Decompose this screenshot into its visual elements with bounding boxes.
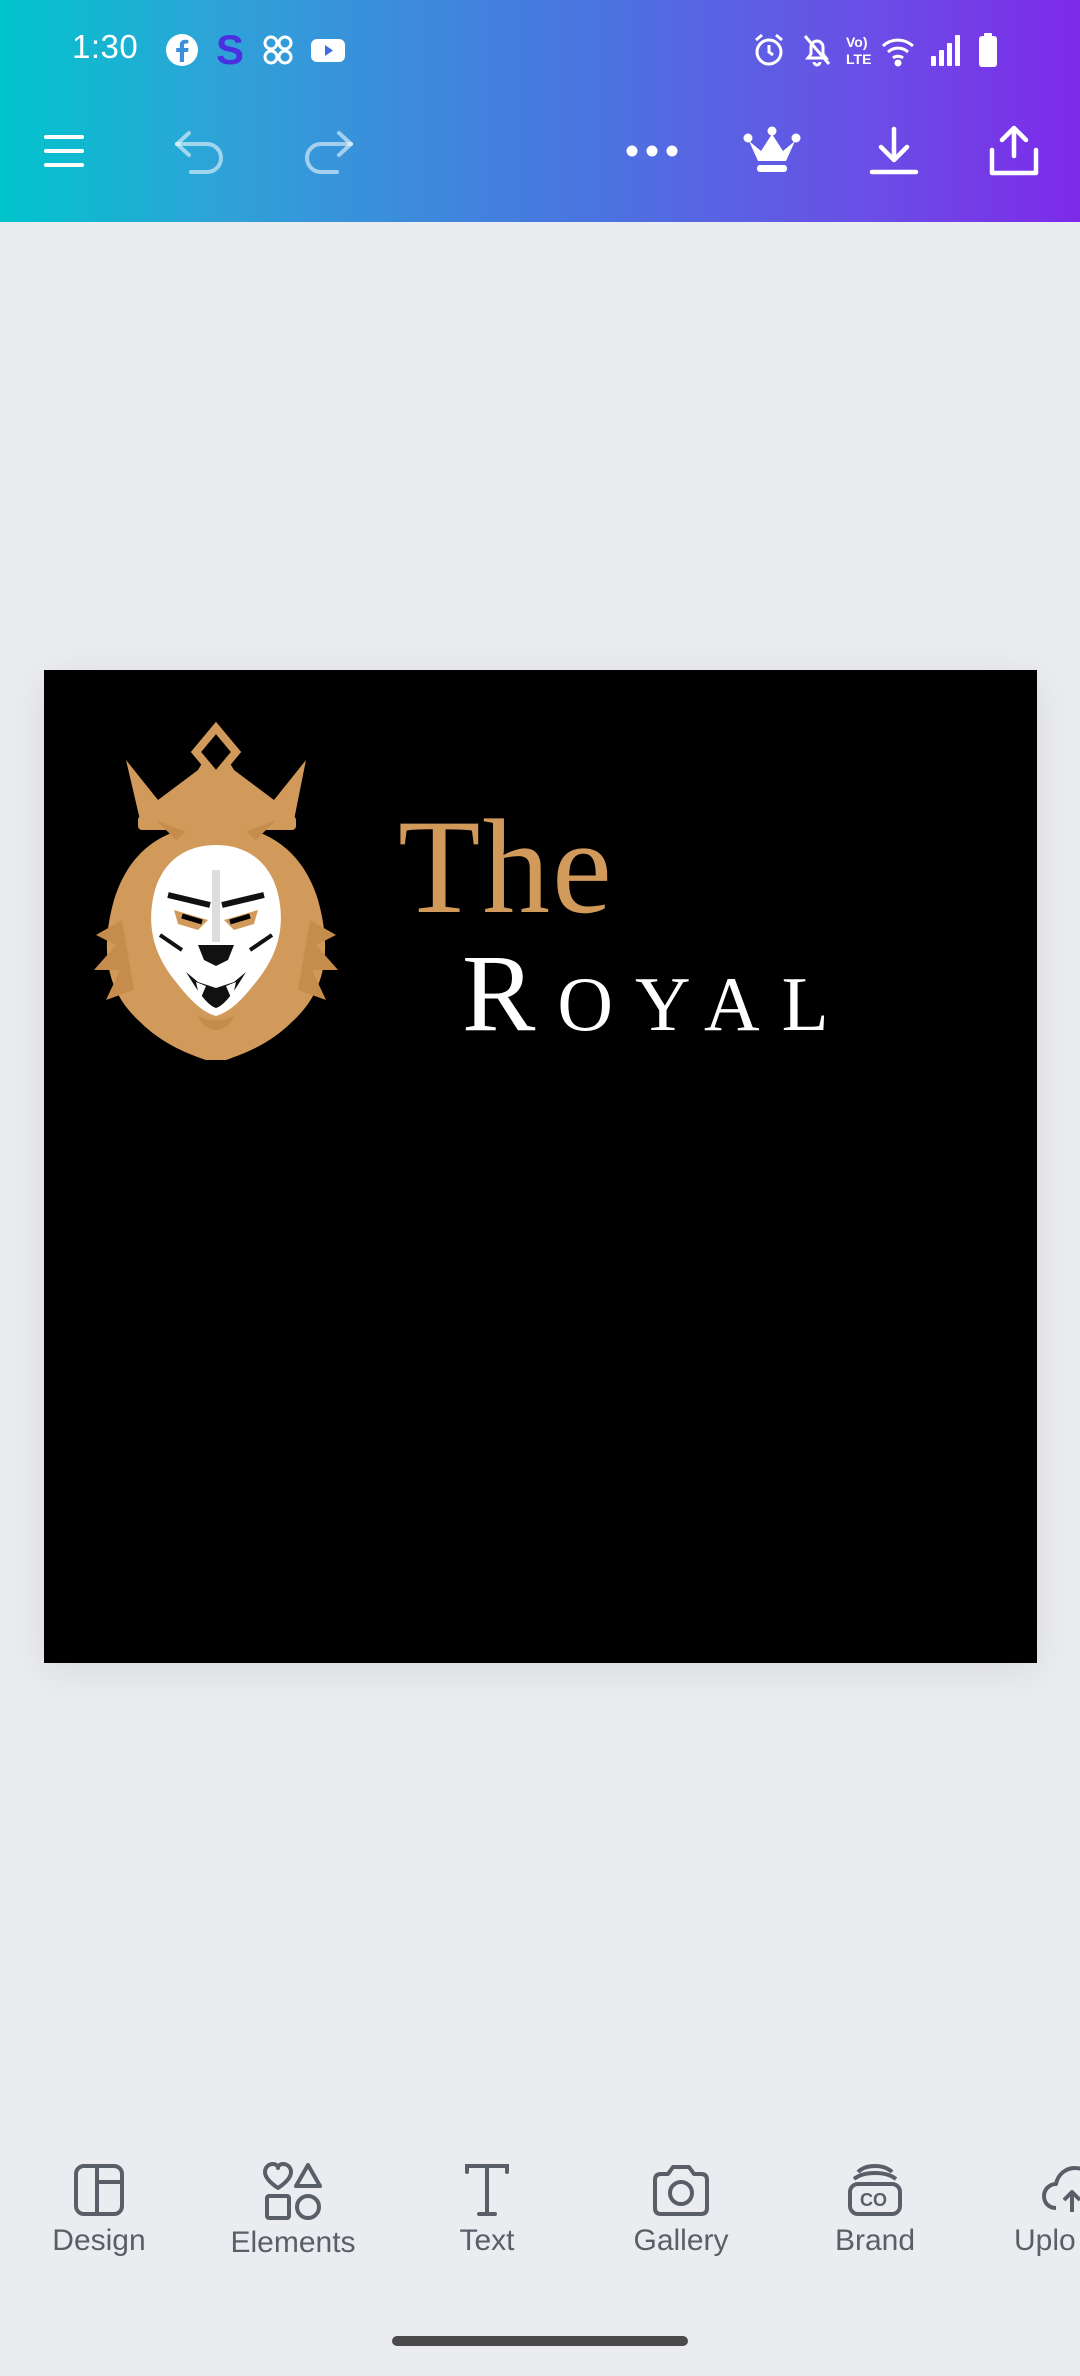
nav-design-label: Design (52, 2224, 146, 2257)
download-icon (869, 126, 919, 175)
more-button[interactable] (616, 115, 688, 187)
svg-text:Vo): Vo) (846, 34, 868, 50)
svg-text:LTE: LTE (846, 51, 871, 67)
elements-icon (263, 2162, 322, 2220)
undo-button[interactable] (164, 115, 236, 187)
nav-uploads-label: Uplo (1014, 2224, 1076, 2257)
top-header: 1:30 S Vo) LTE (0, 0, 1080, 222)
nav-design[interactable]: Design (14, 2162, 184, 2282)
more-icon (626, 145, 678, 157)
nav-elements-label: Elements (230, 2226, 356, 2259)
upload-icon (1042, 2166, 1080, 2212)
status-time: 1:30 (72, 28, 139, 65)
volte-icon: Vo) LTE (844, 32, 878, 68)
undo-icon (175, 131, 223, 174)
nav-gallery[interactable]: Gallery (596, 2162, 766, 2282)
nav-brand-label: Brand (834, 2224, 916, 2257)
download-button[interactable] (858, 115, 930, 187)
design-title-the[interactable]: The (398, 800, 614, 935)
nav-elements[interactable]: Elements (208, 2162, 378, 2282)
share-button[interactable] (978, 115, 1050, 187)
menu-button[interactable] (28, 115, 100, 187)
share-icon (989, 125, 1039, 176)
youtube-icon (310, 32, 346, 68)
battery-icon (976, 32, 1000, 68)
nav-gallery-label: Gallery (633, 2224, 729, 2257)
nav-brand[interactable]: CO Brand (790, 2162, 960, 2282)
design-page[interactable]: The Royal (44, 670, 1037, 1663)
design-icon (74, 2164, 124, 2216)
svg-text:CO: CO (860, 2190, 887, 2210)
design-title-royal[interactable]: Royal (462, 938, 851, 1048)
crown-icon (743, 126, 801, 172)
premium-button[interactable] (736, 115, 808, 187)
lion-crown-logo[interactable] (86, 720, 366, 1060)
brand-icon: CO (848, 2164, 902, 2216)
nav-text[interactable]: Text (402, 2162, 572, 2282)
pinwheel-icon (260, 32, 296, 68)
nav-text-label: Text (459, 2224, 515, 2257)
signal-icon (928, 32, 964, 68)
redo-icon (305, 131, 353, 174)
wifi-icon (880, 32, 916, 68)
mute-icon (800, 32, 834, 68)
svg-text:S: S (216, 26, 244, 70)
redo-button[interactable] (292, 115, 364, 187)
menu-icon (44, 135, 84, 167)
status-bar: 1:30 S Vo) LTE (0, 0, 1080, 100)
facebook-icon (164, 32, 200, 68)
alarm-icon (752, 32, 786, 68)
text-icon (465, 2164, 509, 2216)
s-app-icon: S (212, 26, 248, 73)
home-indicator[interactable] (392, 2336, 688, 2346)
camera-icon (653, 2165, 709, 2216)
nav-uploads[interactable]: Uplo (984, 2162, 1080, 2282)
